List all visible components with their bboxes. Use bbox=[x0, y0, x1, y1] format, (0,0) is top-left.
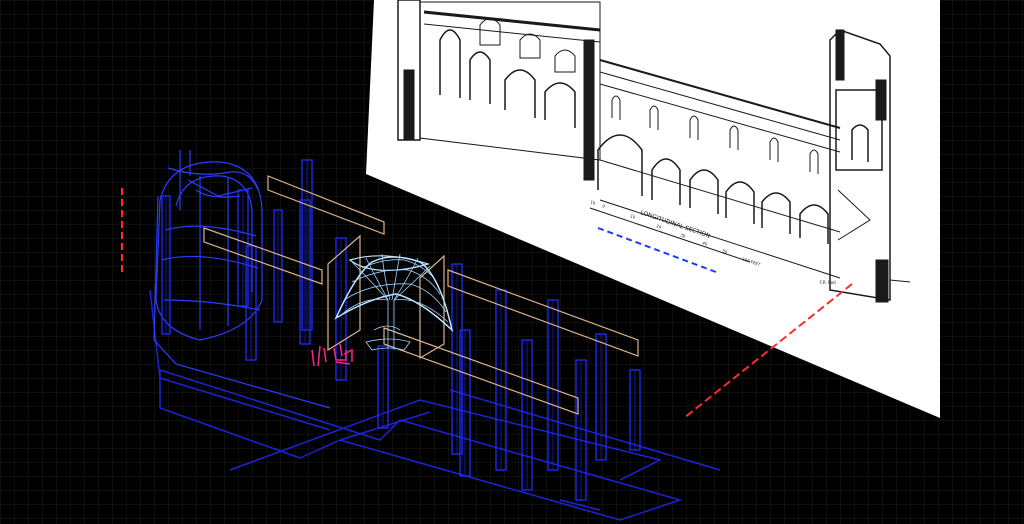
cad-3d-viewport[interactable]: LONGITUDINAL SECTION 10 0 10 20 30 40 50… bbox=[0, 0, 1024, 524]
sheet-annotation: F.R. Red bbox=[820, 280, 836, 285]
model-canvas[interactable]: LONGITUDINAL SECTION 10 0 10 20 30 40 50… bbox=[0, 0, 1024, 524]
